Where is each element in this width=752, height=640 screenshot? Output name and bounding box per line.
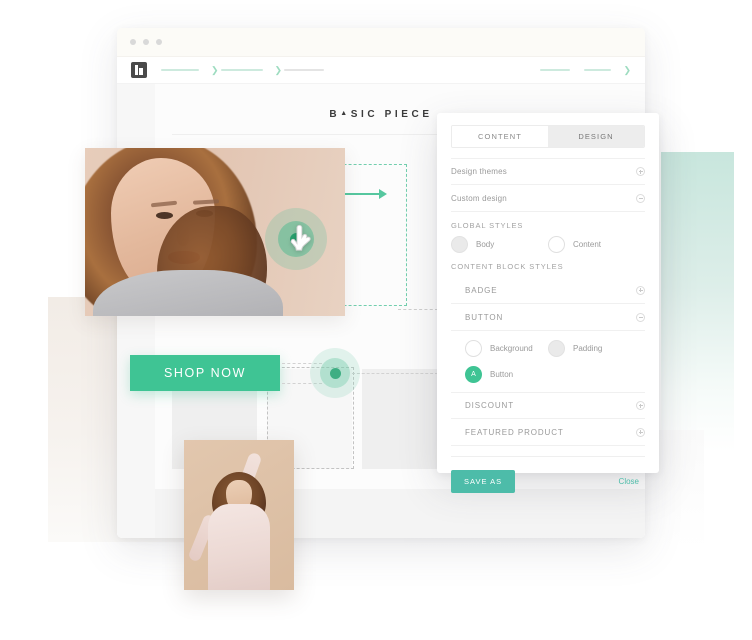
chevron-right-icon-2: ❯: [274, 64, 283, 75]
color-circle-content[interactable]: [548, 236, 565, 253]
shop-connector-right: [352, 373, 438, 374]
decorative-mint-block: [661, 152, 734, 452]
button-swatches-row-2: A Button: [451, 366, 645, 383]
nav-line-5[interactable]: [584, 69, 612, 71]
swatch-body[interactable]: Body: [451, 236, 548, 253]
section-label-global-styles: GLOBAL STYLES: [451, 221, 524, 230]
tab-design[interactable]: DESIGN: [548, 126, 644, 147]
swatch-background-label: Background: [490, 344, 533, 353]
scene: ❯ ❯ ❯ B▲SIC PIECE SHOP NOW CONTENT DESIG…: [0, 0, 752, 640]
swatch-button-label: Button: [490, 370, 514, 379]
plus-icon-discount[interactable]: [636, 401, 645, 410]
browser-titlebar: [117, 28, 645, 57]
window-close-dot[interactable]: [130, 39, 136, 45]
swatch-content[interactable]: Content: [548, 236, 645, 253]
panel-connector-dash: [398, 309, 438, 310]
minus-icon-custom-design[interactable]: [636, 193, 645, 203]
hand-cursor-icon: [290, 224, 311, 251]
row-discount-label: DISCOUNT: [465, 401, 514, 410]
row-custom-design-label: Custom design: [451, 193, 507, 203]
plus-icon-design-themes[interactable]: [636, 167, 645, 176]
row-featured-product-label: FEATURED PRODUCT: [465, 427, 564, 437]
tab-content[interactable]: CONTENT: [452, 126, 548, 147]
page-title-prefix: B: [329, 109, 341, 120]
color-circle-button[interactable]: A: [465, 366, 482, 383]
plus-icon-badge[interactable]: [636, 285, 645, 295]
close-button[interactable]: Close: [619, 477, 645, 486]
section-label-content-block-styles: CONTENT BLOCK STYLES: [451, 262, 564, 271]
row-button-label: BUTTON: [465, 312, 504, 322]
tab-design-label: DESIGN: [578, 132, 614, 141]
window-maximize-dot[interactable]: [156, 39, 162, 45]
product-placeholder-3[interactable]: [362, 369, 447, 469]
nav-line-3[interactable]: [284, 69, 325, 71]
design-settings-panel: CONTENT DESIGN Design themes Custom desi…: [437, 113, 659, 493]
swatch-body-label: Body: [476, 240, 495, 249]
swatch-button[interactable]: A Button: [451, 366, 548, 383]
shop-now-label: SHOP NOW: [163, 366, 247, 380]
nav-line-4[interactable]: [540, 69, 571, 71]
color-circle-background[interactable]: [465, 340, 482, 357]
chevron-right-icon-3: ❯: [623, 64, 631, 75]
swatch-background[interactable]: Background: [451, 340, 548, 357]
button-swatches-row-1: Background Padding: [451, 340, 645, 357]
panel-tabs: CONTENT DESIGN: [451, 125, 645, 148]
window-minimize-dot[interactable]: [143, 39, 149, 45]
color-circle-body[interactable]: [451, 236, 468, 253]
panel-footer-divider: [451, 456, 645, 457]
save-as-button[interactable]: SAVE AS: [451, 470, 516, 493]
nav-line-1[interactable]: [161, 69, 199, 71]
row-badge[interactable]: BADGE: [451, 277, 645, 304]
swatch-content-label: Content: [573, 240, 602, 249]
panel-footer: SAVE AS Close: [451, 470, 645, 493]
shop-now-click-target[interactable]: [310, 348, 360, 398]
row-design-themes[interactable]: Design themes: [451, 158, 645, 185]
global-styles-swatches: Body Content: [451, 236, 645, 253]
row-custom-design[interactable]: Custom design: [451, 185, 645, 212]
shop-now-button[interactable]: SHOP NOW: [130, 355, 280, 391]
browser-toolbar: ❯ ❯ ❯: [117, 57, 645, 84]
page-title-mark: ▲: [340, 110, 351, 117]
row-featured-product[interactable]: FEATURED PRODUCT: [451, 419, 645, 446]
minus-icon-button[interactable]: [636, 312, 645, 322]
row-button[interactable]: BUTTON: [451, 304, 645, 331]
row-design-themes-label: Design themes: [451, 167, 507, 176]
plus-icon-featured-product[interactable]: [636, 427, 645, 437]
color-circle-padding[interactable]: [548, 340, 565, 357]
product-model-image[interactable]: [184, 440, 294, 590]
swatch-padding-label: Padding: [573, 344, 603, 353]
tab-content-label: CONTENT: [478, 132, 522, 141]
nav-line-2[interactable]: [220, 69, 263, 71]
row-badge-label: BADGE: [465, 285, 498, 295]
page-title-suffix: SIC PIECE: [350, 109, 433, 120]
model-dress: [208, 504, 270, 590]
row-discount[interactable]: DISCOUNT: [451, 392, 645, 419]
app-logo-icon: [131, 62, 147, 78]
chevron-right-icon-1: ❯: [211, 64, 219, 75]
swatch-padding[interactable]: Padding: [548, 340, 645, 357]
